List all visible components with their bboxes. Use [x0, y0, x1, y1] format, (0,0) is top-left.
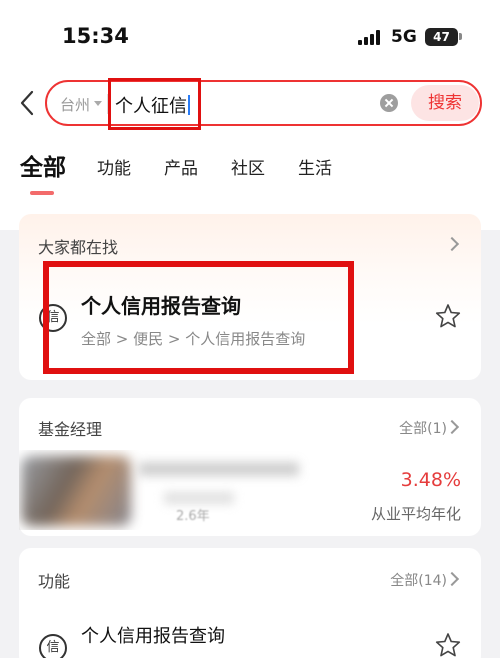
tab-functions[interactable]: 功能 — [97, 154, 131, 179]
star-icon[interactable] — [435, 303, 461, 329]
functions-title: 功能 — [38, 572, 71, 591]
blurred-detail — [164, 492, 234, 504]
credit-report-icon: 信 — [39, 634, 67, 658]
fund-manager-title: 基金经理 — [38, 420, 103, 439]
blurred-manager-info[interactable]: 2.6年 — [19, 450, 319, 530]
rate-label: 从业平均年化 — [370, 505, 461, 523]
tab-all[interactable]: 全部 — [20, 148, 66, 182]
back-arrow-icon[interactable] — [18, 90, 38, 116]
blurred-avatar — [21, 456, 131, 526]
battery-tip — [459, 33, 462, 40]
star-icon[interactable] — [435, 632, 461, 658]
functions-all-link[interactable]: 全部(14) — [390, 570, 447, 590]
fund-manager-all-link[interactable]: 全部(1) — [399, 418, 447, 438]
functions-card: 功能 全部(14) 信 个人信用报告查询 — [19, 548, 481, 658]
battery-icon: 47 — [425, 28, 458, 46]
tab-community[interactable]: 社区 — [231, 154, 265, 179]
annualized-rate: 3.48% — [400, 469, 461, 491]
chevron-down-icon[interactable] — [94, 101, 102, 106]
city-selector[interactable]: 台州 — [60, 94, 90, 115]
category-tabs: 全部 功能 产品 社区 生活 — [0, 148, 500, 198]
status-time: 15:34 — [62, 24, 129, 48]
fund-manager-card: 基金经理 全部(1) 2.6年 3.48% 从业平均年化 — [19, 398, 481, 536]
chevron-right-icon[interactable] — [444, 236, 460, 252]
network-type: 5G — [391, 27, 417, 47]
annotation-box-query — [108, 78, 201, 130]
blurred-years: 2.6年 — [176, 509, 210, 524]
annotation-box-result — [43, 261, 354, 374]
status-bar: 15:34 5G 47 — [0, 0, 500, 72]
chevron-right-icon[interactable] — [444, 419, 460, 435]
active-tab-indicator — [30, 191, 54, 195]
clear-icon[interactable] — [380, 94, 398, 112]
tab-products[interactable]: 产品 — [164, 154, 198, 179]
chevron-right-icon[interactable] — [444, 571, 460, 587]
blurred-name — [139, 462, 299, 476]
cellular-signal-icon — [358, 30, 382, 45]
popular-title: 大家都在找 — [38, 238, 119, 257]
tab-life[interactable]: 生活 — [298, 154, 332, 179]
search-button[interactable]: 搜索 — [411, 85, 479, 121]
function-item-title[interactable]: 个人信用报告查询 — [81, 622, 225, 648]
